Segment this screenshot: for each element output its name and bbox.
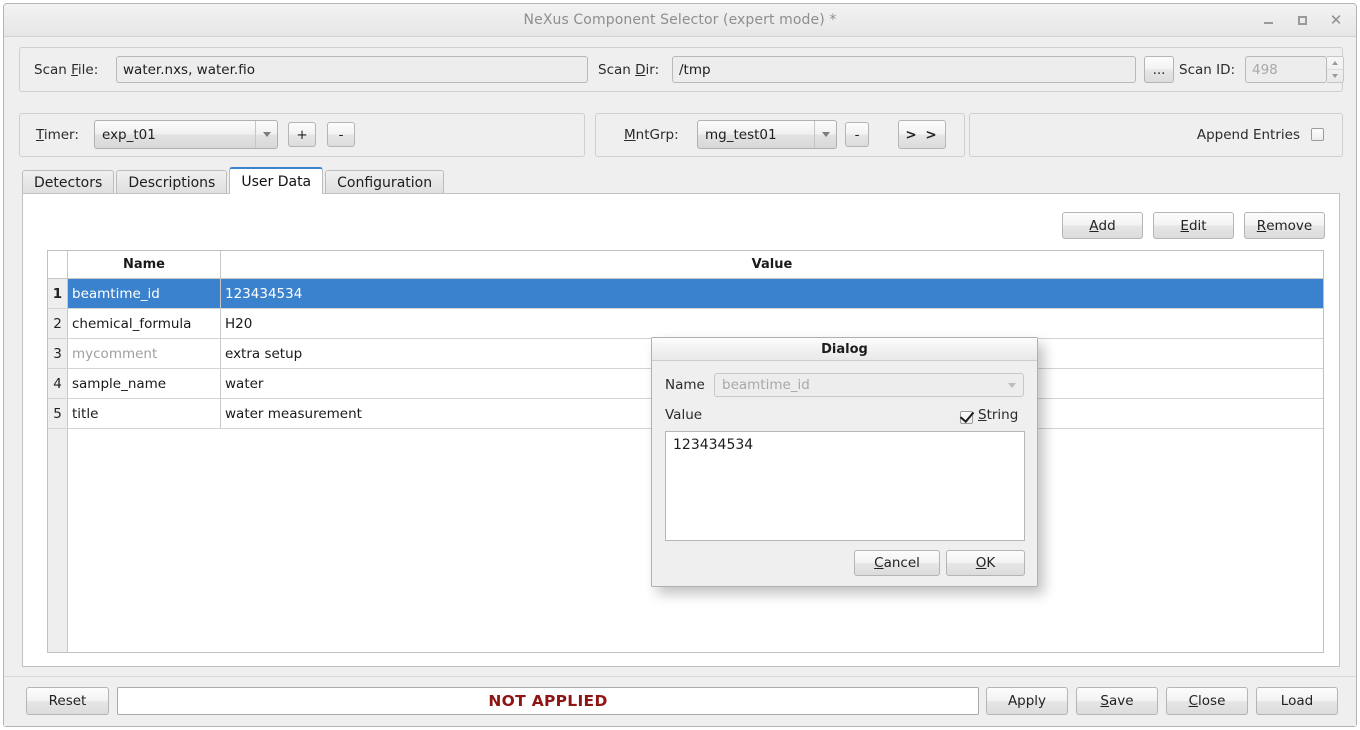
table-row[interactable]: 2 chemical_formula H20 [48,309,1323,339]
scan-dir-input[interactable]: /tmp [672,56,1136,83]
row-name[interactable]: mycomment [68,339,221,368]
scan-toolbar: Scan File: water.nxs, water.fio Scan Dir… [19,47,1343,92]
tab-descriptions[interactable]: Descriptions [116,170,227,194]
table-header-row: Name Value [48,251,1323,279]
close-button[interactable]: Close [1166,687,1248,715]
table-header-value[interactable]: Value [221,251,1323,278]
mntgrp-group: MntGrp: mg_test01 - > > [595,113,965,157]
user-data-actions: Add Edit Remove [1062,212,1325,239]
timer-group: Timer: exp_t01 + - [19,113,585,157]
row-index: 1 [48,279,68,308]
timer-remove-button[interactable]: - [327,122,355,147]
chevron-down-icon[interactable] [1001,374,1023,396]
dialog-value-textarea[interactable]: 123434534 [665,431,1025,541]
tab-bar: Detectors Descriptions User Data Configu… [22,168,446,194]
row-name[interactable]: chemical_formula [68,309,221,338]
tab-user-data[interactable]: User Data [229,167,323,194]
row-name[interactable]: sample_name [68,369,221,398]
timer-label: Timer: [36,127,79,143]
remove-button[interactable]: Remove [1244,212,1325,239]
mntgrp-select-value: mg_test01 [705,127,777,143]
dialog-name-label: Name [665,377,705,393]
dialog-string-label: String [978,407,1018,423]
row-index: 3 [48,339,68,368]
timer-select[interactable]: exp_t01 [94,120,278,149]
edit-item-dialog: Dialog Name beamtime_id Value String 123… [651,337,1038,587]
chevron-down-icon[interactable] [814,121,836,148]
dialog-cancel-button[interactable]: Cancel [854,550,940,576]
dialog-value-label: Value [665,407,702,423]
edit-button[interactable]: Edit [1153,212,1234,239]
browse-button[interactable]: ... [1144,56,1174,83]
close-icon[interactable]: ✕ [1326,10,1346,30]
table-row[interactable]: 1 beamtime_id 123434534 [48,279,1323,309]
mntgrp-label: MntGrp: [624,127,679,143]
table-empty-index-column [48,429,68,653]
append-entries-label: Append Entries [1197,127,1300,143]
scan-dir-label: Scan Dir: [598,62,659,78]
dialog-string-checkbox[interactable] [960,411,973,424]
status-bar: NOT APPLIED [117,687,979,715]
scan-id-spin-buttons[interactable] [1327,56,1344,83]
status-badge: NOT APPLIED [488,692,607,710]
scan-file-label: Scan File: [34,62,98,78]
timer-add-button[interactable]: + [288,122,316,147]
add-button[interactable]: Add [1062,212,1143,239]
tab-detectors[interactable]: Detectors [22,170,114,194]
row-name[interactable]: title [68,399,221,428]
reset-button[interactable]: Reset [26,687,109,715]
apply-button[interactable]: Apply [986,687,1068,715]
scan-id-input[interactable]: 498 [1245,56,1327,83]
row-name[interactable]: beamtime_id [68,279,221,308]
append-entries-checkbox[interactable] [1311,128,1324,141]
title-bar: NeXus Component Selector (expert mode) *… [4,4,1356,37]
bottom-actions: Apply Save Close Load [986,687,1338,715]
scan-id-stepper[interactable]: 498 [1245,56,1344,83]
tab-configuration[interactable]: Configuration [325,170,444,194]
main-window: NeXus Component Selector (expert mode) *… [3,3,1357,727]
window-title: NeXus Component Selector (expert mode) * [4,12,1356,28]
load-button[interactable]: Load [1256,687,1338,715]
window-controls: ✕ [1258,10,1346,30]
table-header-index [48,251,68,278]
row-index: 4 [48,369,68,398]
mntgrp-remove-button[interactable]: - [845,122,869,147]
scan-id-label: Scan ID: [1179,62,1235,78]
maximize-icon[interactable] [1292,10,1312,30]
spin-up-icon[interactable] [1327,57,1343,70]
mntgrp-next-button[interactable]: > > [898,120,946,149]
scan-file-input[interactable]: water.nxs, water.fio [116,56,588,83]
append-entries-group: Append Entries [969,113,1343,157]
row-index: 2 [48,309,68,338]
dialog-ok-button[interactable]: OK [946,550,1025,576]
table-header-name[interactable]: Name [68,251,221,278]
minimize-icon[interactable] [1258,10,1278,30]
dialog-title: Dialog [652,338,1037,361]
row-value[interactable]: 123434534 [221,279,1323,308]
row-index: 5 [48,399,68,428]
timer-select-value: exp_t01 [102,127,156,143]
chevron-down-icon[interactable] [255,121,277,148]
save-button[interactable]: Save [1076,687,1158,715]
row-value[interactable]: H20 [221,309,1323,338]
mntgrp-select[interactable]: mg_test01 [697,120,837,149]
dialog-name-value: beamtime_id [722,377,810,393]
spin-down-icon[interactable] [1327,70,1343,82]
bottom-bar: Reset NOT APPLIED Apply Save Close Load [4,676,1356,726]
dialog-name-select[interactable]: beamtime_id [714,373,1024,397]
